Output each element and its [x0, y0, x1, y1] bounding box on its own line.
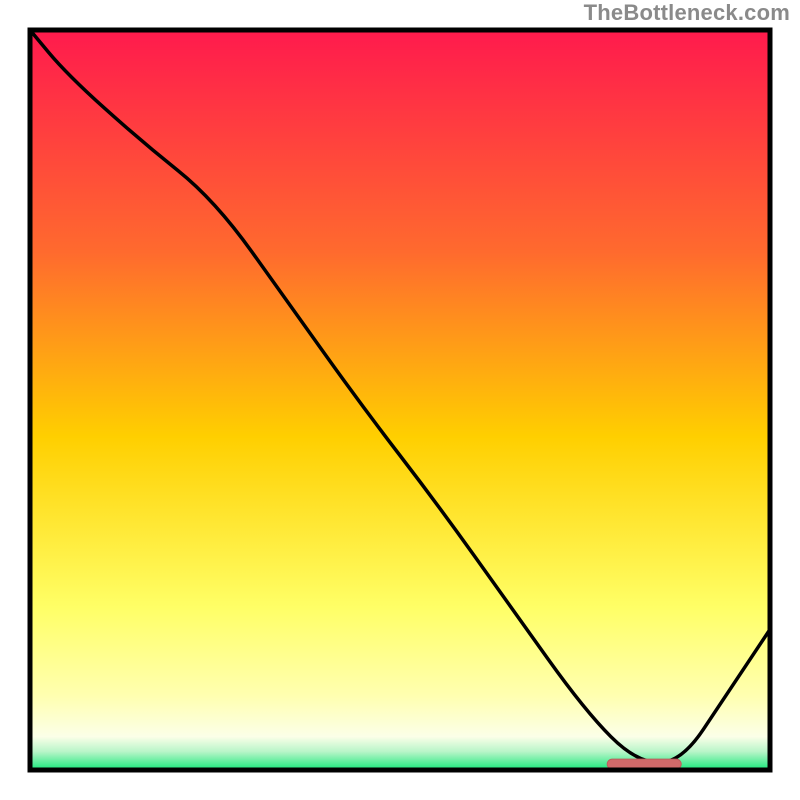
bottleneck-chart: [0, 0, 800, 800]
chart-container: TheBottleneck.com: [0, 0, 800, 800]
plot-area: [30, 30, 770, 770]
